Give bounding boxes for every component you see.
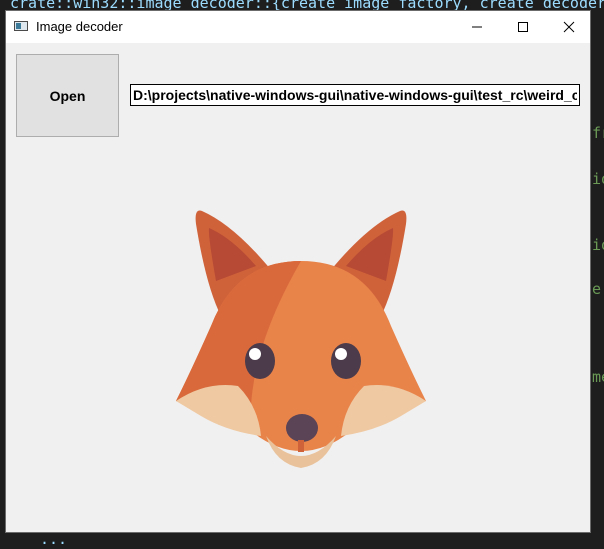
app-window: Image decoder Open bbox=[5, 10, 591, 533]
background-code-snippet: me bbox=[592, 368, 604, 386]
background-code-snippet: fr bbox=[592, 124, 604, 142]
maximize-icon bbox=[518, 22, 528, 32]
file-path-input[interactable] bbox=[130, 84, 580, 106]
background-code-snippet: e. bbox=[592, 280, 604, 298]
fox-image bbox=[176, 210, 426, 468]
maximize-button[interactable] bbox=[500, 11, 546, 43]
background-code-snippet: io bbox=[592, 170, 604, 188]
close-button[interactable] bbox=[546, 11, 592, 43]
title-bar[interactable]: Image decoder bbox=[6, 11, 590, 43]
minimize-icon bbox=[472, 26, 482, 28]
app-window-icon bbox=[14, 21, 28, 31]
open-button[interactable]: Open bbox=[16, 54, 119, 137]
background-code-snippet: io bbox=[592, 236, 604, 254]
minimize-button[interactable] bbox=[454, 11, 500, 43]
close-icon bbox=[563, 21, 575, 33]
window-title: Image decoder bbox=[36, 19, 123, 34]
